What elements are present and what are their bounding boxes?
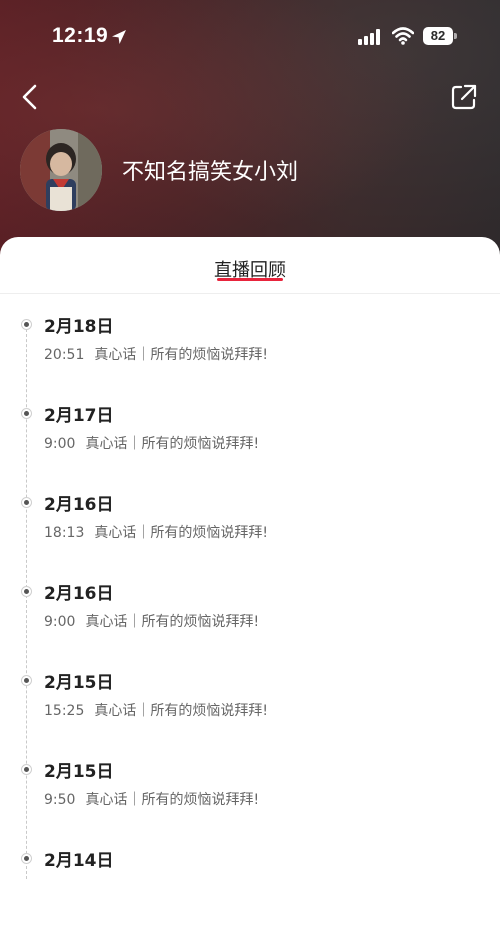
divider [0, 293, 500, 294]
entry-date: 2月14日 [44, 851, 114, 871]
list-item[interactable]: 2月18日 20:51 真心话｜所有的烦恼说拜拜! [0, 312, 500, 392]
tab-live-replay[interactable]: 直播回顾 [0, 237, 500, 293]
list-item[interactable]: 2月14日 [0, 846, 500, 926]
wifi-icon [392, 27, 414, 45]
share-button[interactable] [450, 83, 478, 111]
entry-time: 9:50 [44, 792, 76, 808]
entry-date: 2月16日 [44, 584, 114, 604]
entry-time: 18:13 [44, 525, 85, 541]
status-time: 12:19 [52, 24, 109, 47]
list-item[interactable]: 2月15日 15:25 真心话｜所有的烦恼说拜拜! [0, 668, 500, 748]
list-item[interactable]: 2月17日 9:00 真心话｜所有的烦恼说拜拜! [0, 401, 500, 481]
chevron-left-icon [22, 84, 37, 110]
entry-title: 真心话｜所有的烦恼说拜拜! [94, 347, 268, 363]
list-item[interactable]: 2月16日 18:13 真心话｜所有的烦恼说拜拜! [0, 490, 500, 570]
entry-subtitle: 20:51 真心话｜所有的烦恼说拜拜! [44, 344, 268, 364]
timeline-dot [21, 675, 32, 686]
entry-time: 20:51 [44, 347, 85, 363]
avatar-image [20, 129, 102, 211]
entry-subtitle: 15:25 真心话｜所有的烦恼说拜拜! [44, 700, 268, 720]
entry-title: 真心话｜所有的烦恼说拜拜! [85, 436, 260, 452]
entry-time: 9:00 [44, 614, 76, 630]
location-arrow-icon [112, 30, 126, 44]
status-bar: 12:19 82 [0, 0, 500, 74]
back-button[interactable] [18, 82, 46, 112]
avatar[interactable] [20, 129, 102, 211]
entry-date: 2月15日 [44, 673, 114, 693]
entry-time: 9:00 [44, 436, 76, 452]
timeline-dot [21, 408, 32, 419]
entry-time: 15:25 [44, 703, 85, 719]
profile-name: 不知名搞笑女小刘 [122, 160, 299, 185]
entry-subtitle: 9:50 真心话｜所有的烦恼说拜拜! [44, 789, 259, 809]
cellular-signal-icon [358, 29, 380, 45]
entry-date: 2月17日 [44, 406, 114, 426]
entry-subtitle: 18:13 真心话｜所有的烦恼说拜拜! [44, 522, 268, 542]
entry-subtitle: 9:00 真心话｜所有的烦恼说拜拜! [44, 433, 259, 453]
timeline-dot [21, 853, 32, 864]
entry-subtitle: 9:00 真心话｜所有的烦恼说拜拜! [44, 611, 259, 631]
battery-indicator: 82 [423, 27, 457, 45]
entry-title: 真心话｜所有的烦恼说拜拜! [85, 792, 260, 808]
list-item[interactable]: 2月16日 9:00 真心话｜所有的烦恼说拜拜! [0, 579, 500, 659]
timeline-dot [21, 497, 32, 508]
share-icon [451, 84, 477, 110]
tab-active-indicator [217, 278, 283, 281]
timeline-dot [21, 764, 32, 775]
entry-date: 2月18日 [44, 317, 114, 337]
entry-title: 真心话｜所有的烦恼说拜拜! [94, 525, 268, 541]
entry-date: 2月16日 [44, 495, 114, 515]
battery-level: 82 [423, 27, 453, 45]
entry-title: 真心话｜所有的烦恼说拜拜! [85, 614, 260, 630]
timeline-dot [21, 319, 32, 330]
entry-date: 2月15日 [44, 762, 114, 782]
replay-sheet: 直播回顾 2月18日 20:51 真心话｜所有的烦恼说拜拜! 2月17日 9:00… [0, 237, 500, 879]
entry-title: 真心话｜所有的烦恼说拜拜! [94, 703, 268, 719]
list-item[interactable]: 2月15日 9:50 真心话｜所有的烦恼说拜拜! [0, 757, 500, 837]
timeline-dot [21, 586, 32, 597]
